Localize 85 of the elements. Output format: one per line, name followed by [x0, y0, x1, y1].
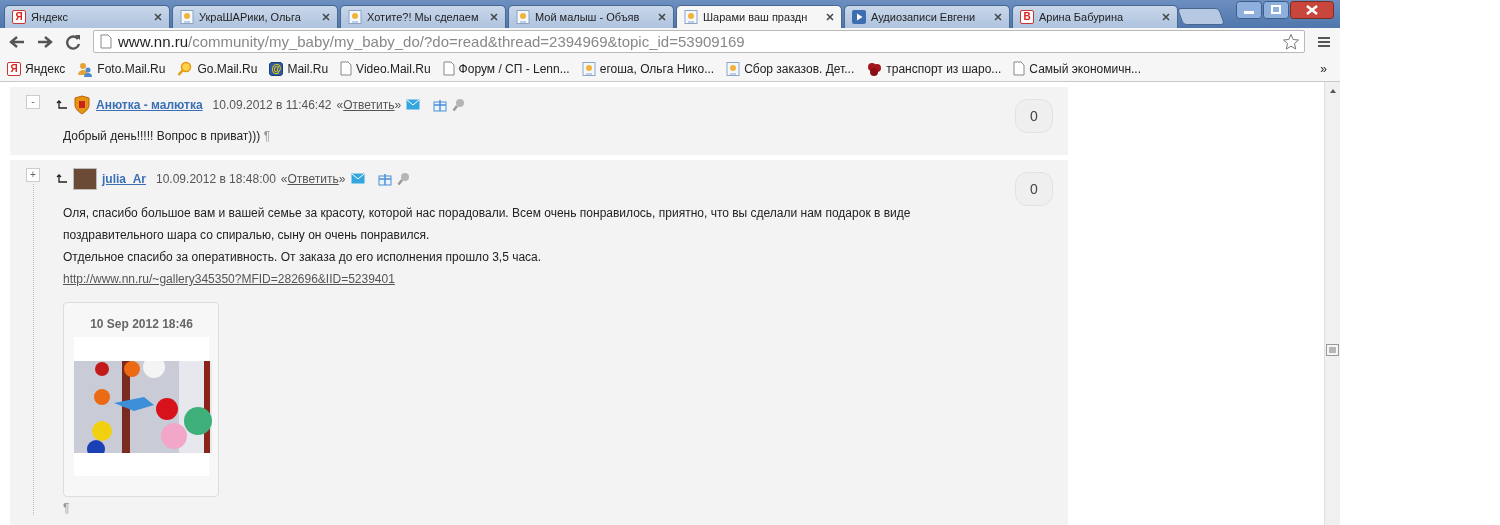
bookmark-item[interactable]: Я Яндекс [7, 61, 66, 76]
scroll-up-icon[interactable] [1328, 88, 1337, 94]
play-icon [852, 9, 866, 24]
comment-text: Оля, спасибо большое вам и вашей семье за красоту, которой нас порадовали. Всем очень понравилось, приятно, что вы сделали нам подарок в виде поздравительного шара со спиралью, сыну он очень понравился. [63, 205, 912, 244]
people-icon [77, 60, 94, 77]
close-icon[interactable] [490, 12, 498, 21]
site-icon: Я [7, 61, 21, 76]
gift-icon[interactable] [377, 172, 392, 186]
photo-date: 10 Sep 2012 18:46 [89, 317, 194, 331]
bookmark-item[interactable]: Foto.Mail.Ru [77, 60, 166, 77]
close-icon[interactable] [154, 12, 162, 21]
bookmark-item[interactable]: Video.Mail.Ru [340, 61, 431, 77]
page-icon [1013, 61, 1026, 77]
bookmark-item[interactable]: Сбор заказов. Дет... [726, 61, 855, 76]
scroll-thumb[interactable] [1326, 344, 1339, 356]
reply-arrow-icon [56, 174, 68, 184]
minimize-icon[interactable] [1236, 1, 1262, 19]
site-icon: В [1020, 9, 1034, 24]
site-icon [726, 61, 741, 76]
close-icon[interactable] [826, 12, 834, 21]
browser-tab[interactable]: УкраШАРики, Ольга [172, 4, 338, 28]
comment-date: 10.09.2012 в 18:48:00 [156, 172, 276, 186]
close-icon[interactable] [322, 12, 330, 21]
bookmark-item[interactable]: @ Mail.Ru [269, 61, 329, 76]
browser-tab[interactable]: В Арина Бабурина [1012, 4, 1178, 28]
bookmark-item[interactable]: Форум / СП - Lenn... [442, 61, 570, 77]
bookmark-item[interactable]: Go.Mail.Ru [177, 60, 258, 77]
rating-counter: 0 [1015, 172, 1053, 206]
pilcrow-mark: ¶ [263, 129, 271, 143]
quote-mark: » [338, 172, 346, 186]
scrollbar[interactable] [1324, 82, 1340, 525]
search-icon[interactable] [452, 98, 467, 112]
shield-avatar-icon [73, 95, 91, 115]
collapse-toggle[interactable]: - [26, 95, 40, 109]
bookmark-item[interactable]: егоша, Ольга Нико... [581, 61, 715, 76]
site-icon [180, 9, 194, 24]
quote-mark: » [394, 98, 402, 112]
avatar-photo-placeholder [73, 168, 97, 190]
reply-link[interactable]: Ответить [343, 98, 395, 112]
close-icon[interactable] [658, 12, 666, 21]
site-icon [581, 61, 596, 76]
site-icon [516, 9, 530, 24]
close-icon[interactable] [994, 12, 1002, 21]
author-link[interactable]: Анютка - малютка [96, 98, 203, 112]
address-field[interactable]: www.nn.ru/community/my_baby/my_baby_do/?do=read&thread=2394969&topic_id=53909169 [93, 30, 1305, 54]
browser-tab[interactable]: Я Яндекс [4, 4, 170, 28]
balloons-photo-placeholder[interactable] [74, 361, 212, 453]
browser-tab[interactable]: Шарами ваш праздн [676, 4, 842, 28]
back-icon[interactable] [9, 34, 25, 49]
reply-arrow-icon [56, 100, 68, 110]
browser-tab[interactable]: Аудиозаписи Евгени [844, 4, 1010, 28]
comment-text: Отдельное спасибо за оперативность. От заказа до его исполнения прошло 3,5 часа. [63, 249, 543, 266]
comment-date: 10.09.2012 в 11:46:42 [212, 98, 332, 112]
overflow-chevron[interactable]: » [1320, 61, 1327, 76]
reply-link[interactable]: Ответить [287, 172, 339, 186]
gallery-link[interactable]: http://www.nn.ru/~gallery345350?MFID=282696&IID=5239401 [63, 268, 395, 290]
site-icon [348, 9, 362, 24]
author-link[interactable]: julia_Ar [102, 172, 146, 186]
gift-icon[interactable] [433, 98, 448, 112]
flower-icon [866, 60, 883, 77]
search-icon[interactable] [396, 172, 411, 186]
site-icon: @ [269, 61, 284, 76]
close-window-icon[interactable] [1290, 1, 1334, 19]
reload-icon[interactable] [65, 33, 81, 50]
close-icon[interactable] [1162, 12, 1170, 21]
forward-icon[interactable] [37, 34, 53, 49]
menu-icon[interactable] [1317, 34, 1331, 49]
star-icon[interactable] [1282, 32, 1300, 51]
page-icon [100, 34, 112, 50]
pilcrow-mark: ¶ [63, 501, 70, 515]
page-icon [340, 61, 353, 77]
search-icon [177, 60, 194, 77]
site-icon: Я [12, 9, 26, 24]
page-icon [442, 61, 455, 77]
collapse-toggle[interactable]: + [26, 168, 40, 182]
quote-mark: « [336, 98, 344, 112]
maximize-icon[interactable] [1263, 1, 1289, 19]
site-icon [684, 9, 698, 24]
bookmark-item[interactable]: Самый экономичн... [1013, 61, 1142, 77]
rating-counter: 0 [1015, 99, 1053, 133]
bookmark-item[interactable]: транспорт из шаро... [866, 60, 1002, 77]
comment-text: Добрый день!!!!! Вопрос в приват))) ¶ [63, 128, 272, 145]
browser-tab[interactable]: Хотите?! Мы сделаем [340, 4, 506, 28]
browser-tab[interactable]: Мой малыш - Объяв [508, 4, 674, 28]
quote-mark: « [280, 172, 288, 186]
